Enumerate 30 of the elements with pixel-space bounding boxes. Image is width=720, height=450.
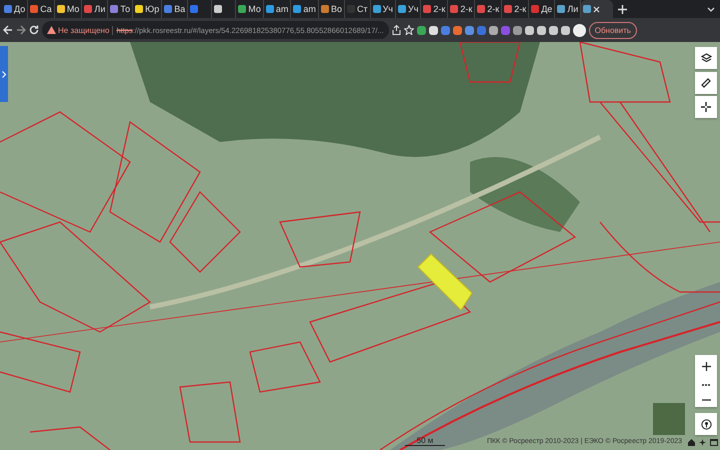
highlighted-parcel[interactable] — [417, 253, 473, 311]
home-icon[interactable] — [688, 439, 695, 446]
new-tab-icon[interactable] — [618, 4, 627, 14]
zoom-in-icon[interactable] — [702, 362, 710, 370]
ruler-icon — [701, 78, 711, 88]
location-icon — [700, 418, 712, 430]
star-icon[interactable] — [404, 25, 414, 35]
chevron-right-icon — [2, 70, 6, 78]
close-icon[interactable] — [593, 6, 600, 12]
crosshair-icon — [701, 102, 711, 112]
window-icon[interactable] — [710, 439, 718, 446]
layers-icon — [700, 53, 712, 63]
scale-bar: 50 м — [405, 436, 445, 446]
sidebar-toggle[interactable] — [0, 46, 8, 102]
chevron-down-icon[interactable] — [707, 6, 715, 12]
layers-button[interactable] — [695, 47, 717, 69]
crosshair-button[interactable] — [695, 96, 717, 118]
ruler-button[interactable] — [695, 72, 717, 94]
back-icon[interactable] — [3, 25, 13, 35]
location-button[interactable] — [695, 413, 717, 435]
avatar-icon[interactable] — [572, 24, 586, 36]
forward-icon[interactable] — [16, 25, 26, 35]
share-icon[interactable] — [392, 25, 401, 35]
update-button[interactable]: Обновить — [588, 22, 637, 38]
warning-icon — [47, 26, 56, 34]
minimap-thumbnail[interactable] — [653, 403, 685, 435]
compass-icon[interactable] — [699, 439, 706, 446]
reload-icon[interactable] — [29, 25, 39, 35]
security-status: Не защищено — [58, 26, 110, 34]
browser-tab[interactable] — [581, 0, 614, 18]
